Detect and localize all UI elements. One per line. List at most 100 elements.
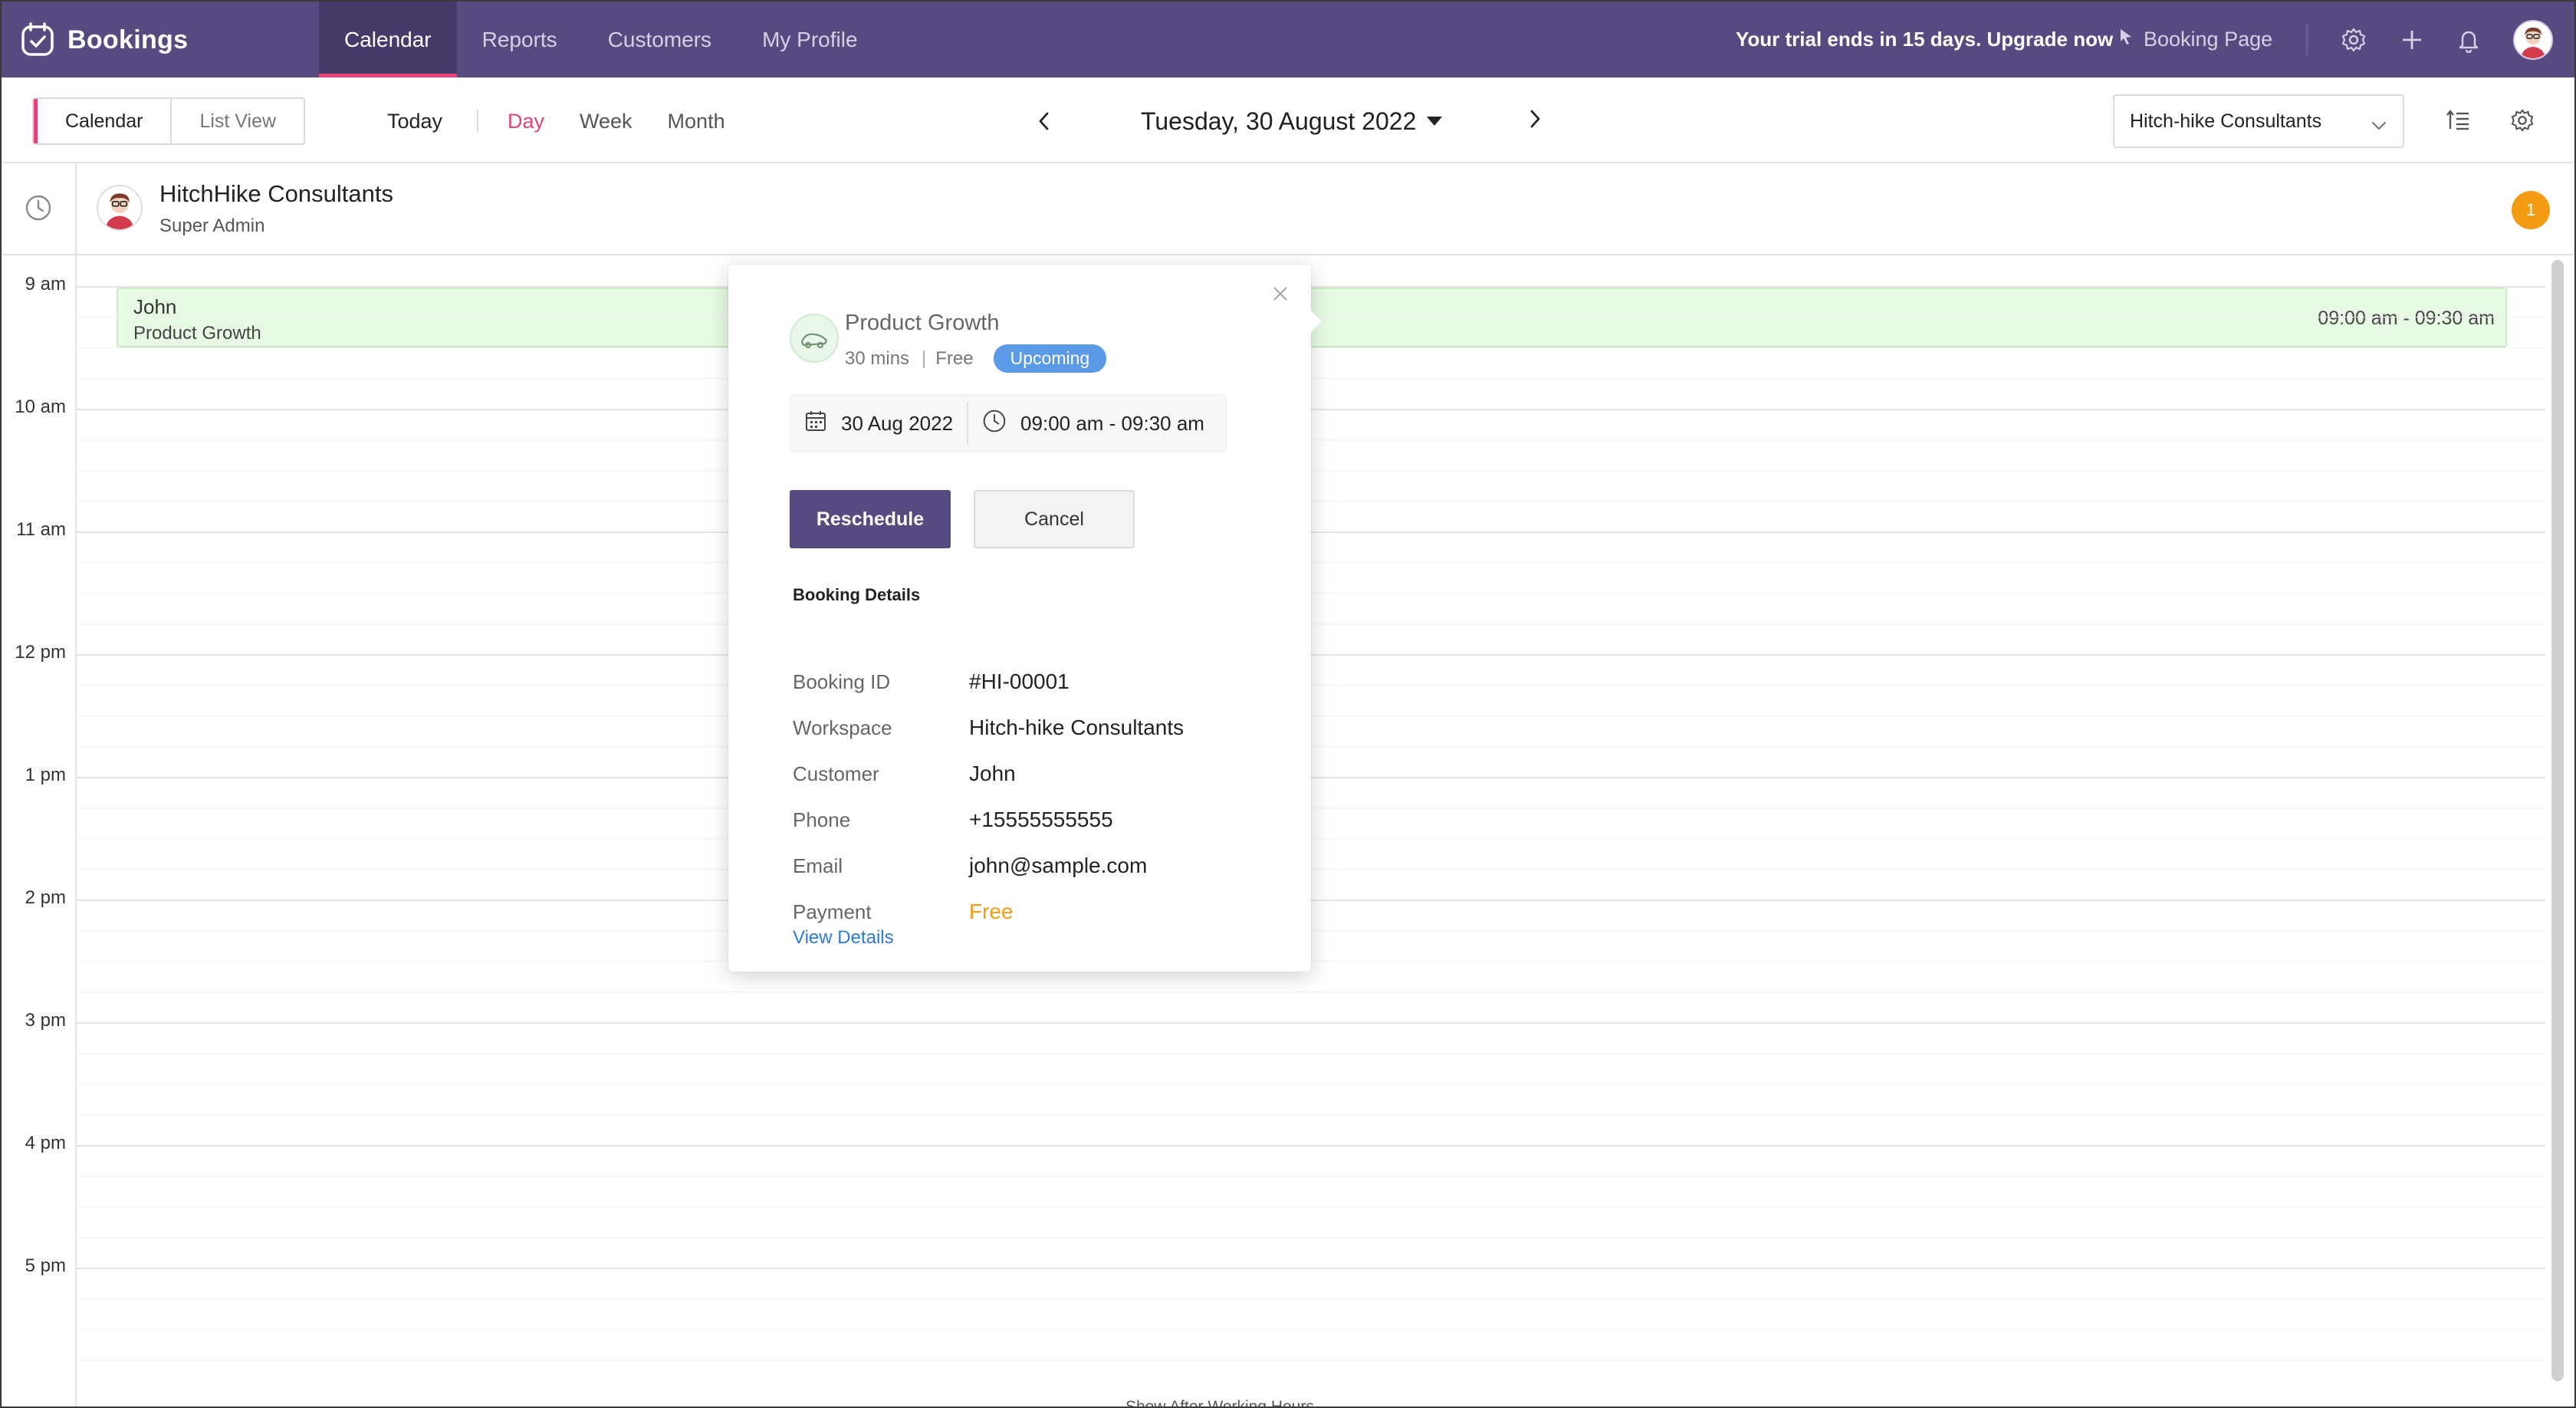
time-label: 2 pm: [25, 887, 66, 908]
hour-line: [77, 1268, 2545, 1269]
slot-line: [77, 593, 2545, 594]
clock-icon: [982, 409, 1020, 439]
range-week-tab[interactable]: Week: [580, 110, 632, 133]
calendar-icon: [804, 410, 841, 438]
booking-time: 09:00 am - 09:30 am: [968, 395, 1218, 452]
event-service: Product Growth: [133, 323, 261, 344]
range-day-tab[interactable]: Day: [508, 110, 544, 133]
service-icon: [790, 314, 839, 363]
range-tabs: Day Week Month: [508, 97, 761, 145]
caret-down-icon: [1427, 117, 1443, 126]
slot-line: [77, 623, 2545, 624]
sort-list-icon[interactable]: [2443, 105, 2473, 136]
booking-popover: Product Growth 30 mins | Free Upcoming 3…: [728, 265, 1322, 972]
view-details-link[interactable]: View Details: [793, 927, 894, 949]
detail-key: Workspace: [793, 716, 892, 739]
time-label: 9 am: [25, 274, 66, 294]
slot-line: [77, 1206, 2545, 1207]
calendar-settings-gear-icon[interactable]: [2507, 105, 2538, 136]
detail-email: Email john@sample.com: [793, 850, 1283, 881]
detail-workspace: Workspace Hitch-hike Consultants: [793, 712, 1283, 743]
detail-value: john@sample.com: [969, 854, 1148, 877]
slot-line: [77, 869, 2545, 870]
chevron-right-icon[interactable]: [1520, 104, 1550, 134]
slot-line: [77, 838, 2545, 839]
view-list-button[interactable]: List View: [172, 99, 304, 143]
app-name: Bookings: [67, 25, 189, 54]
time-label: 10 am: [15, 396, 66, 417]
time-label: 4 pm: [25, 1133, 66, 1153]
booking-date-value: 30 Aug 2022: [841, 411, 954, 435]
time-label: 12 pm: [15, 642, 66, 663]
booking-time-value: 09:00 am - 09:30 am: [1020, 411, 1204, 435]
trial-upgrade-link[interactable]: Your trial ends in 15 days. Upgrade now: [1736, 2, 2113, 77]
plus-icon[interactable]: [2397, 25, 2427, 55]
nav-customers[interactable]: Customers: [583, 2, 737, 77]
reschedule-button[interactable]: Reschedule: [790, 490, 951, 548]
event-time: 09:00 am - 09:30 am: [2318, 308, 2495, 329]
slot-line: [77, 1114, 2545, 1115]
event-customer: John: [133, 295, 177, 318]
top-divider: [2306, 25, 2308, 55]
booking-details-title: Booking Details: [793, 585, 921, 604]
nav-reports[interactable]: Reports: [457, 2, 583, 77]
workspace-select-value: Hitch-hike Consultants: [2130, 110, 2322, 132]
service-duration: 30 mins: [845, 347, 910, 369]
booking-datetime: 30 Aug 2022 09:00 am - 09:30 am: [790, 395, 1227, 452]
hour-line: [77, 531, 2545, 533]
gear-icon[interactable]: [2338, 25, 2369, 55]
detail-phone: Phone +15555555555: [793, 804, 1283, 835]
today-button[interactable]: Today: [387, 97, 442, 145]
nav-calendar[interactable]: Calendar: [319, 2, 457, 77]
staff-avatar: [97, 185, 143, 231]
detail-value: +15555555555: [969, 808, 1113, 831]
time-column: 9 am 10 am 11 am 12 pm 1 pm 2 pm 3 pm 4 pm 5 pm: [2, 255, 77, 1406]
toolbar-divider: [477, 110, 478, 133]
show-after-working-hours-link[interactable]: Show After Working Hours: [1125, 1398, 1314, 1406]
nav-my-profile[interactable]: My Profile: [737, 2, 882, 77]
slot-line: [77, 1053, 2545, 1054]
slot-line: [77, 1298, 2545, 1299]
slot-line: [77, 961, 2545, 962]
user-avatar[interactable]: [2513, 20, 2553, 60]
current-date-label: Tuesday, 30 August 2022: [1141, 107, 1417, 135]
view-mode-switch: Calendar List View: [32, 97, 306, 145]
top-bar: Bookings Calendar Reports Customers My P…: [2, 2, 2574, 77]
detail-customer: Customer John: [793, 758, 1283, 789]
slot-line: [77, 378, 2545, 379]
view-calendar-button[interactable]: Calendar: [34, 99, 172, 143]
clock-icon: [25, 194, 52, 225]
slot-line: [77, 347, 2545, 348]
detail-key: Payment: [793, 900, 872, 923]
cancel-booking-button[interactable]: Cancel: [974, 490, 1135, 548]
time-label: 11 am: [16, 519, 66, 540]
chevron-left-icon[interactable]: [1029, 106, 1060, 137]
slot-line: [77, 1237, 2545, 1238]
detail-value: Hitch-hike Consultants: [969, 716, 1184, 739]
slot-line: [77, 501, 2545, 502]
hour-line: [77, 900, 2545, 901]
close-icon[interactable]: [1268, 281, 1293, 306]
staff-role: Super Admin: [159, 215, 265, 236]
bell-icon[interactable]: [2453, 25, 2484, 55]
hour-line: [77, 1022, 2545, 1024]
slot-line: [77, 930, 2545, 931]
workspace-select[interactable]: Hitch-hike Consultants: [2113, 94, 2404, 148]
timezone-clock[interactable]: [2, 163, 77, 255]
detail-key: Phone: [793, 808, 851, 831]
hour-line: [77, 286, 2545, 288]
bookings-logo-icon: [18, 21, 57, 59]
detail-payment: Payment Free: [793, 896, 1283, 927]
booking-page-link[interactable]: Booking Page: [2118, 2, 2272, 77]
slot-line: [77, 470, 2545, 471]
brand[interactable]: Bookings: [18, 20, 188, 60]
detail-value: John: [969, 762, 1016, 785]
detail-key: Email: [793, 854, 843, 877]
booking-page-label: Booking Page: [2144, 28, 2273, 51]
date-picker-toggle[interactable]: Tuesday, 30 August 2022: [1141, 107, 1443, 136]
booking-count-badge[interactable]: 1: [2512, 191, 2550, 229]
cursor-icon: [2118, 27, 2144, 52]
range-month-tab[interactable]: Month: [668, 110, 725, 133]
slot-line: [77, 746, 2545, 747]
scrollbar-thumb[interactable]: [2551, 260, 2564, 1381]
